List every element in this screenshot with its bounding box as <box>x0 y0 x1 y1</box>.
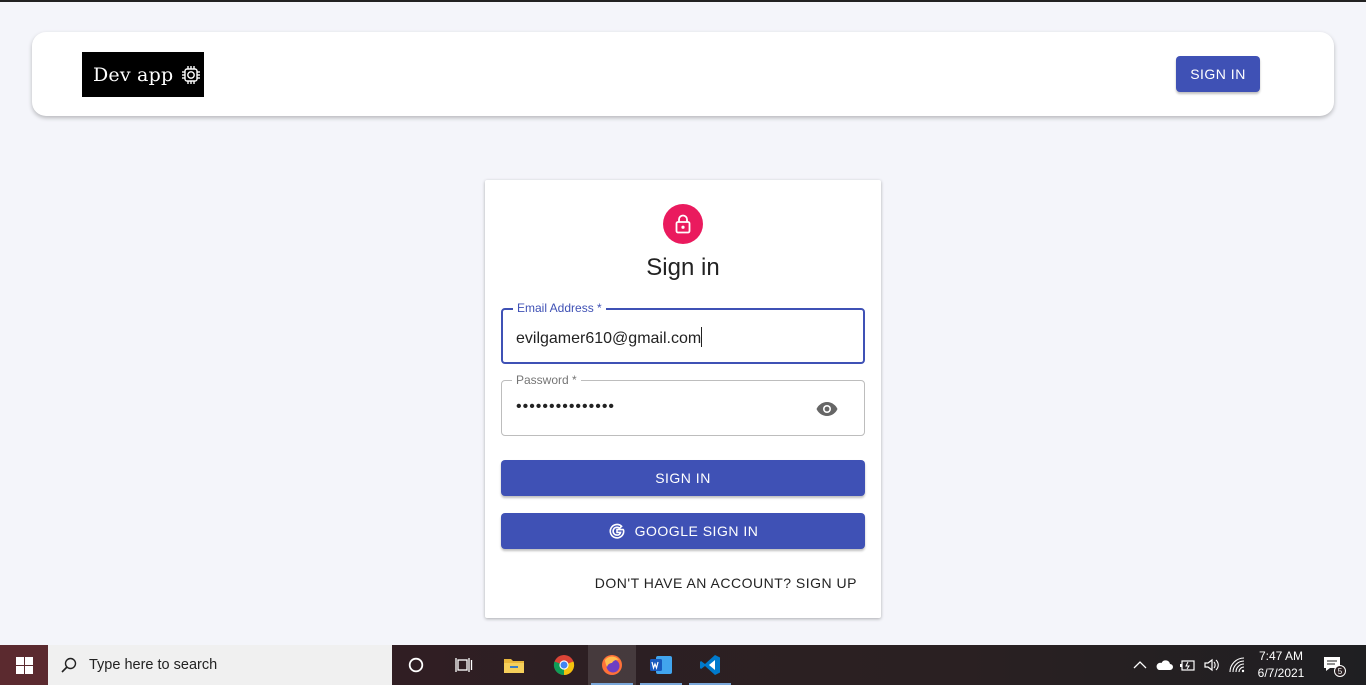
top-border <box>0 0 1366 2</box>
windows-icon <box>15 656 33 674</box>
search-placeholder: Type here to search <box>89 657 218 673</box>
chevron-up-icon[interactable] <box>1131 656 1149 674</box>
task-view-icon[interactable] <box>440 645 488 685</box>
google-signin-button[interactable]: GOOGLE SIGN IN <box>501 513 865 549</box>
logo-text: Dev app <box>93 63 174 86</box>
taskbar: Type here to search 7:47 AM 6/7/2021 5 <box>0 645 1366 685</box>
notification-icon[interactable]: 5 <box>1322 655 1346 677</box>
volume-icon[interactable] <box>1203 656 1221 674</box>
password-input[interactable]: ••••••••••••••• <box>516 398 615 416</box>
email-label: Email Address * <box>513 301 606 315</box>
page-title: Sign in <box>646 254 720 281</box>
firefox-icon[interactable] <box>588 645 636 685</box>
notification-count: 5 <box>1338 667 1343 676</box>
password-label: Password * <box>512 373 581 387</box>
word-icon[interactable] <box>637 645 685 685</box>
wifi-icon[interactable] <box>1228 656 1246 674</box>
onedrive-icon[interactable] <box>1155 656 1173 674</box>
search-icon <box>61 657 77 673</box>
cortana-icon[interactable] <box>392 645 440 685</box>
google-g-icon <box>609 523 625 539</box>
chrome-icon[interactable] <box>540 645 588 685</box>
battery-icon[interactable] <box>1179 656 1197 674</box>
start-button[interactable] <box>0 645 48 685</box>
vscode-icon[interactable] <box>686 645 734 685</box>
lock-icon <box>675 214 691 234</box>
file-explorer-icon[interactable] <box>490 645 538 685</box>
password-field[interactable]: Password * ••••••••••••••• <box>501 373 865 436</box>
signup-link[interactable]: DON'T HAVE AN ACCOUNT? SIGN UP <box>595 575 857 591</box>
signin-card: Sign in Email Address * evilgamer610@gma… <box>485 180 881 618</box>
eye-icon[interactable] <box>815 397 839 421</box>
text-caret <box>701 327 703 347</box>
clock-time: 7:47 AM <box>1258 649 1304 663</box>
email-value: evilgamer610@gmail.com <box>516 330 702 347</box>
clock[interactable]: 7:47 AM 6/7/2021 <box>1251 648 1311 682</box>
signin-button[interactable]: SIGN IN <box>501 460 865 496</box>
nav-signin-button[interactable]: SIGN IN <box>1176 56 1260 92</box>
avatar <box>663 204 703 244</box>
clock-date: 6/7/2021 <box>1257 666 1305 680</box>
email-input[interactable]: evilgamer610@gmail.com <box>516 327 703 348</box>
email-field[interactable]: Email Address * evilgamer610@gmail.com <box>501 301 865 364</box>
chip-icon <box>182 65 201 84</box>
app-bar: Dev app SIGN IN <box>32 32 1334 116</box>
google-signin-label: GOOGLE SIGN IN <box>634 523 759 539</box>
taskbar-search[interactable]: Type here to search <box>48 645 392 685</box>
app-logo[interactable]: Dev app <box>82 52 204 97</box>
